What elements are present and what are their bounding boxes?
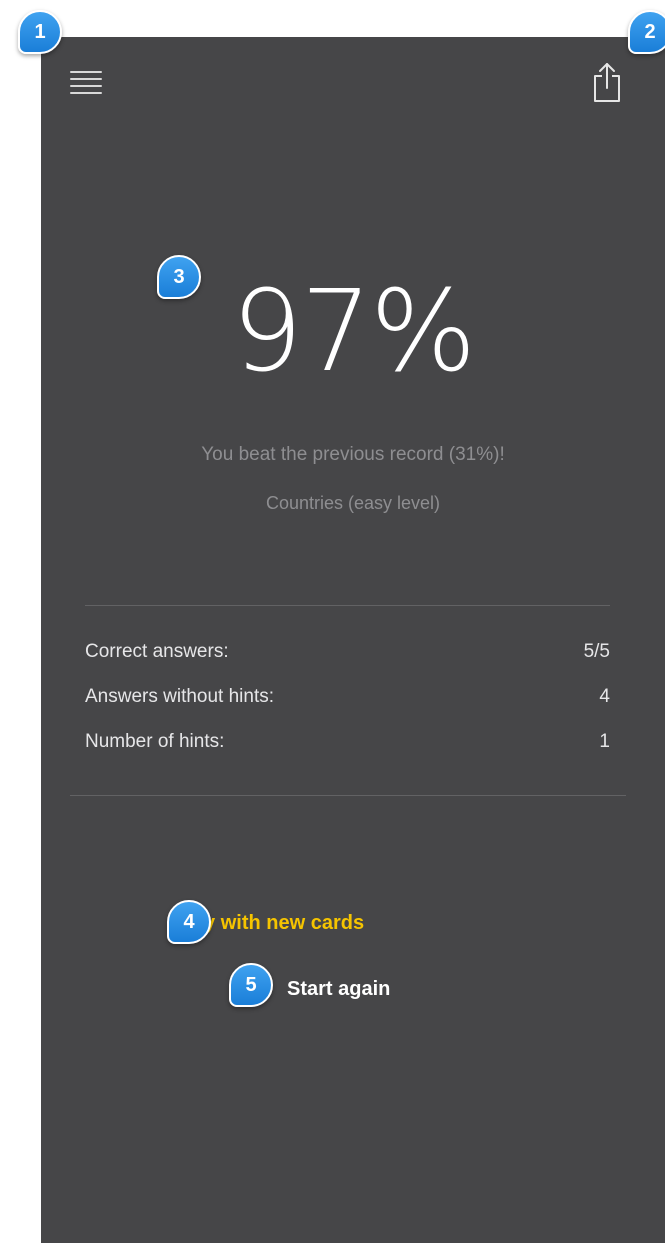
results-screen: 97% You beat the previous record (31%)! …	[41, 37, 665, 1243]
hamburger-menu-icon[interactable]	[70, 71, 102, 95]
divider-top	[85, 605, 610, 606]
stat-label: Answers without hints:	[85, 686, 275, 707]
divider-bottom	[70, 795, 626, 796]
stat-value: 1	[599, 731, 610, 752]
annotation-badge-2: 2	[628, 10, 665, 54]
score-percentage: 97%	[231, 267, 477, 397]
stats-list: Correct answers: 5/5 Answers without hin…	[85, 639, 610, 774]
share-icon[interactable]	[590, 61, 624, 103]
annotation-badge-1: 1	[18, 10, 62, 54]
record-message: You beat the previous record (31%)!	[201, 444, 505, 465]
stat-row-correct-answers: Correct answers: 5/5	[85, 639, 610, 684]
annotation-badge-4: 4	[167, 900, 211, 944]
play-with-new-cards-button[interactable]: Play with new cards	[41, 909, 665, 937]
annotation-badge-3: 3	[157, 255, 201, 299]
stat-value: 5/5	[583, 641, 610, 662]
stat-value: 4	[599, 686, 610, 707]
stat-row-answers-without-hints: Answers without hints: 4	[85, 684, 610, 729]
start-again-button[interactable]: Start again	[287, 975, 390, 1003]
stat-label: Correct answers:	[85, 641, 229, 662]
stat-row-number-of-hints: Number of hints: 1	[85, 729, 610, 774]
annotation-badge-5: 5	[229, 963, 273, 1007]
stat-label: Number of hints:	[85, 731, 225, 752]
page: 97% You beat the previous record (31%)! …	[0, 0, 665, 1243]
category-label: Countries (easy level)	[265, 493, 441, 513]
